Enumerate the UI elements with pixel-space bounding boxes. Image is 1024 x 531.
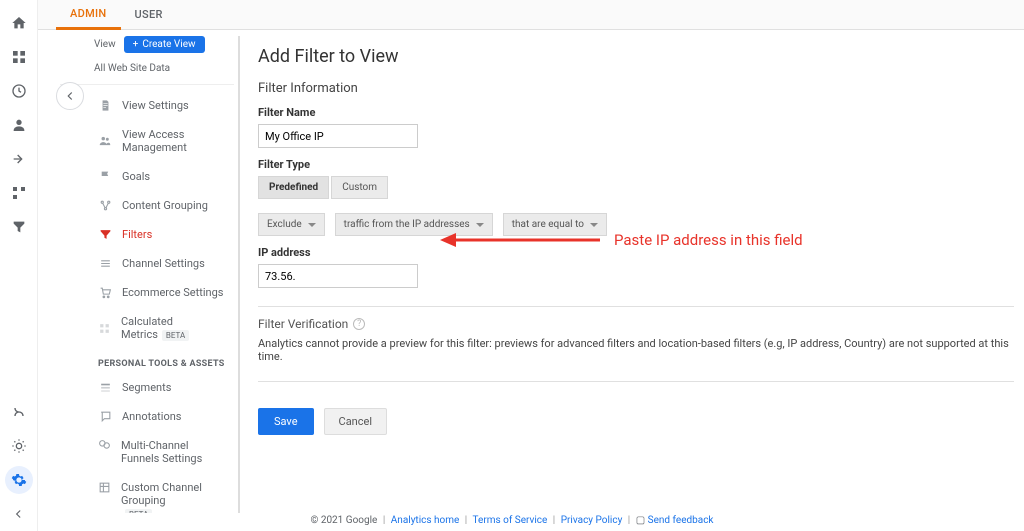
analytics-home-link[interactable]: Analytics home — [391, 515, 460, 526]
note-icon — [98, 410, 112, 423]
sidebar-annotations[interactable]: Annotations — [60, 402, 234, 431]
cart-icon — [98, 286, 112, 299]
acquisition-icon[interactable] — [5, 145, 33, 173]
discover-icon[interactable] — [5, 432, 33, 460]
traffic-source-dropdown[interactable]: traffic from the IP addresses — [335, 213, 493, 236]
top-tabs: ADMIN USER — [38, 0, 1024, 30]
filter-type-label: Filter Type — [258, 158, 1014, 171]
view-label: View — [94, 39, 116, 50]
feedback-icon: ▢ — [636, 515, 645, 526]
sidebar-goals[interactable]: Goals — [60, 162, 234, 191]
help-icon[interactable]: ? — [353, 318, 365, 330]
ip-address-label: IP address — [258, 246, 1014, 259]
sidebar-ecommerce[interactable]: Ecommerce Settings — [60, 278, 234, 307]
footer: © 2021 Google | Analytics home | Terms o… — [0, 515, 1024, 531]
feedback-link[interactable]: Send feedback — [648, 515, 714, 526]
terms-link[interactable]: Terms of Service — [473, 515, 548, 526]
dashboard-icon[interactable] — [5, 43, 33, 71]
verification-message: Analytics cannot provide a preview for t… — [258, 337, 1014, 363]
view-selector[interactable]: All Web Site Data — [60, 59, 234, 85]
admin-sidebar: View +Create View All Web Site Data View… — [60, 36, 240, 513]
sidebar-content-grouping[interactable]: Content Grouping — [60, 191, 234, 220]
funnel-icon — [98, 439, 111, 452]
flag-icon — [98, 170, 112, 183]
home-icon[interactable] — [5, 9, 33, 37]
sidebar-view-access[interactable]: View Access Management — [60, 120, 234, 162]
chevron-down-icon — [308, 223, 316, 227]
cancel-button[interactable]: Cancel — [324, 408, 387, 435]
admin-gear-icon[interactable] — [5, 466, 33, 494]
filter-info-header: Filter Information — [258, 81, 1014, 96]
sidebar-channel-settings[interactable]: Channel Settings — [60, 249, 234, 278]
behavior-icon[interactable] — [5, 179, 33, 207]
sidebar-calculated-metrics[interactable]: Calculated MetricsBETA — [60, 307, 234, 349]
privacy-link[interactable]: Privacy Policy — [561, 515, 623, 526]
conversions-icon[interactable] — [5, 213, 33, 241]
left-nav-rail — [0, 0, 38, 531]
divider — [258, 306, 1014, 307]
branch-icon — [98, 199, 112, 212]
filter-name-input[interactable] — [258, 124, 418, 148]
attribution-icon[interactable] — [5, 398, 33, 426]
tab-user[interactable]: USER — [121, 0, 177, 30]
channel-icon — [98, 481, 111, 494]
tab-admin[interactable]: ADMIN — [56, 0, 121, 30]
people-icon — [98, 134, 112, 148]
clock-icon[interactable] — [5, 77, 33, 105]
predefined-button[interactable]: Predefined — [258, 176, 329, 199]
copyright-text: © 2021 Google — [310, 515, 377, 526]
custom-button[interactable]: Custom — [331, 176, 388, 199]
filter-verification-header: Filter Verification ? — [258, 317, 1014, 331]
save-button[interactable]: Save — [258, 408, 314, 435]
page-title: Add Filter to View — [258, 46, 1014, 67]
stack-icon — [98, 257, 112, 270]
sidebar-segments[interactable]: Segments — [60, 373, 234, 402]
chevron-down-icon — [476, 223, 484, 227]
expression-dropdown[interactable]: that are equal to — [503, 213, 607, 236]
sidebar-custom-channel[interactable]: Custom Channel GroupingBETA — [60, 473, 234, 513]
user-icon[interactable] — [5, 111, 33, 139]
create-view-button[interactable]: +Create View — [124, 36, 205, 53]
filter-icon — [98, 228, 112, 241]
segments-icon — [98, 381, 112, 394]
document-icon — [98, 99, 112, 112]
ip-address-input[interactable] — [258, 264, 418, 288]
sidebar-view-settings[interactable]: View Settings — [60, 91, 234, 120]
sidebar-filters[interactable]: Filters — [60, 220, 234, 249]
main-content: Add Filter to View Filter Information Fi… — [258, 46, 1014, 513]
personal-tools-header: PERSONAL TOOLS & ASSETS — [60, 349, 234, 373]
divider — [258, 381, 1014, 382]
filter-name-label: Filter Name — [258, 106, 1014, 119]
sidebar-multichannel[interactable]: Multi-Channel Funnels Settings — [60, 431, 234, 473]
exclude-dropdown[interactable]: Exclude — [258, 213, 325, 236]
chevron-down-icon — [590, 223, 598, 227]
metrics-icon — [98, 322, 111, 335]
back-button[interactable] — [56, 82, 84, 110]
